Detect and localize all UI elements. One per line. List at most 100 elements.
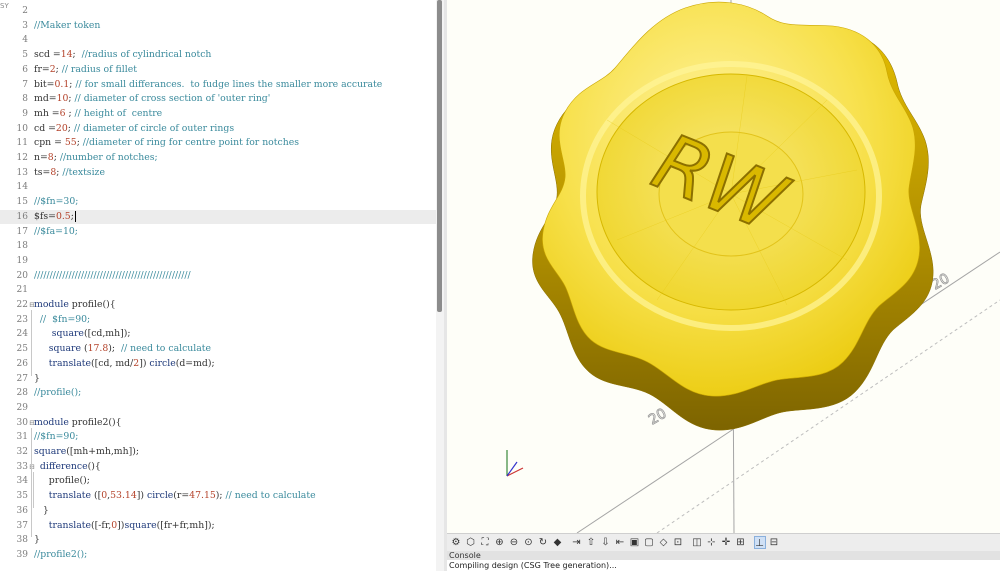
code-line[interactable]: 25 square (17.8); // need to calculate — [0, 342, 436, 357]
code-line[interactable]: 21 — [0, 283, 436, 298]
code-line[interactable]: 11 cpn = 55; //diameter of ring for centr… — [0, 136, 436, 151]
code-line[interactable]: 35 translate ([0,53.14]) circle(r=47.15)… — [0, 489, 436, 504]
line-number: 2 — [22, 6, 28, 16]
line-number: 19 — [16, 255, 28, 266]
code-text: bit=0.1; // for small differances. to fu… — [34, 78, 383, 90]
zoom-fit-icon[interactable]: ⊙ — [523, 536, 535, 549]
code-line[interactable]: 29 — [0, 401, 436, 416]
line-number: 15 — [16, 197, 28, 208]
code-line[interactable]: 14 — [0, 180, 436, 195]
view-center-icon[interactable]: ⊡ — [672, 536, 684, 549]
code-text: } — [34, 372, 40, 384]
code-line[interactable]: 19 — [0, 254, 436, 269]
code-line[interactable]: 16 $fs=0.5; — [0, 209, 436, 225]
code-line[interactable]: 7 bit=0.1; // for small differances. to f… — [0, 78, 436, 93]
line-number: 11 — [16, 138, 28, 149]
code-line[interactable]: 3 //Maker token — [0, 19, 436, 34]
gear-model[interactable]: RW — [532, 1, 934, 431]
view-all-icon[interactable]: ⛶ — [479, 536, 491, 549]
code-line[interactable]: 27} — [0, 372, 436, 387]
code-text: cpn = 55; //diameter of ring for centre … — [34, 137, 299, 149]
line-number: 34 — [16, 476, 28, 487]
code-text: } — [34, 504, 49, 516]
code-line[interactable]: 13 ts=8; //textsize — [0, 166, 436, 181]
preview-button-icon[interactable]: ⚙ — [450, 536, 462, 549]
line-number: 27 — [16, 373, 28, 384]
view-front-icon[interactable]: ▣ — [629, 536, 641, 549]
code-line[interactable]: 30 ⊟ module profile2(){ — [0, 416, 436, 431]
code-line[interactable]: 36 } — [0, 504, 436, 519]
line-number: 29 — [16, 402, 28, 413]
perspective-icon[interactable]: ◆ — [552, 536, 564, 549]
code-text: //$fn=30; — [34, 196, 79, 208]
console-output: Compiling design (CSG Tree generation)..… — [447, 560, 1000, 571]
crosshairs-icon[interactable]: ✛ — [720, 536, 732, 549]
render-button-icon[interactable]: ⬡ — [465, 536, 477, 549]
axes-icon[interactable]: ⊹ — [706, 536, 718, 549]
show-axes-toggle-icon[interactable]: ⊥ — [753, 536, 766, 549]
line-number: 24 — [16, 329, 28, 340]
code-text: ////////////////////////////////////////… — [34, 269, 191, 281]
code-line[interactable]: 15 //$fn=30; — [0, 195, 436, 210]
ortho-icon[interactable]: ◫ — [691, 536, 703, 549]
line-number: 37 — [16, 520, 28, 531]
code-line[interactable]: 20 //////////////////////////////////////… — [0, 269, 436, 284]
line-number: 9 — [22, 108, 28, 119]
code-line[interactable]: 26 translate([cd, md/2]) circle(d=md); — [0, 357, 436, 372]
code-editor[interactable]: SY 2 3//Maker token 4 5 scd =14; //radius of… — [0, 0, 436, 571]
code-line[interactable]: 9 mh =6 ; // height of centre — [0, 107, 436, 122]
code-text: md=10; // diameter of cross section of '… — [34, 93, 271, 105]
line-number: 28 — [16, 388, 28, 399]
render-canvas[interactable]: 20 20 20 RW — [447, 0, 1000, 533]
line-number: 30 — [16, 417, 28, 428]
code-line[interactable]: 12 n=8; //number of notches; — [0, 151, 436, 166]
line-number: 32 — [16, 447, 28, 457]
view-top-icon[interactable]: ⇧ — [585, 536, 597, 549]
code-line[interactable]: 39 //profile2(); — [0, 548, 436, 563]
zoom-out-icon[interactable]: ⊖ — [508, 536, 520, 549]
fold-guide — [31, 427, 32, 538]
line-number: 8 — [22, 94, 28, 105]
view-back-icon[interactable]: ▢ — [643, 536, 655, 549]
line-number: 35 — [16, 491, 28, 502]
3d-viewport[interactable]: 20 20 20 RW — [447, 0, 1000, 533]
code-line[interactable]: 8 md=10; // diameter of cross section of … — [0, 92, 436, 107]
line-number: 16 — [16, 211, 28, 222]
code-line[interactable]: 6 fr=2; // radius of fillet — [0, 63, 436, 78]
code-text: //Maker token — [34, 19, 101, 31]
code-line[interactable]: 23 // $fn=90; — [0, 313, 436, 328]
code-line[interactable]: 4 — [0, 33, 436, 48]
code-line[interactable]: 24 square([cd,mh]); — [0, 327, 436, 342]
scale-markers-icon[interactable]: ⊟ — [768, 536, 780, 549]
edges-icon[interactable]: ⊞ — [735, 536, 747, 549]
code-line[interactable]: 2 — [0, 4, 436, 19]
reset-view-icon[interactable]: ↻ — [537, 536, 549, 549]
view-diagonal-icon[interactable]: ◇ — [658, 536, 670, 549]
code-line[interactable]: 33 ⊟ difference(){ — [0, 460, 436, 475]
code-line[interactable]: 31 //$fn=90; — [0, 430, 436, 445]
code-line[interactable]: 37 translate([-fr,0])square([fr+fr,mh]); — [0, 519, 436, 534]
code-text: difference(){ — [39, 460, 101, 472]
code-line[interactable]: 32 square([mh+mh,mh]); — [0, 445, 436, 460]
code-line[interactable]: 10 cd =20; // diameter of circle of outer… — [0, 122, 436, 137]
view-bottom-icon[interactable]: ⇩ — [600, 536, 612, 549]
zoom-in-icon[interactable]: ⊕ — [494, 536, 506, 549]
line-number: 4 — [22, 35, 28, 46]
code-text: square([mh+mh,mh]); — [34, 446, 139, 457]
code-line[interactable]: 5 scd =14; //radius of cylindrical notch — [0, 48, 436, 63]
code-line[interactable]: 28 //profile(); — [0, 386, 436, 401]
view-left-icon[interactable]: ⇤ — [614, 536, 626, 549]
code-line[interactable]: 17 //$fa=10; — [0, 225, 436, 240]
editor-scrollbar-thumb[interactable] — [437, 0, 442, 312]
line-number: 21 — [16, 285, 28, 296]
code-text: ts=8; //textsize — [34, 166, 105, 178]
code-line[interactable]: 18 — [0, 239, 436, 254]
code-line[interactable]: 38} — [0, 533, 436, 548]
line-number: 3 — [22, 20, 28, 31]
code-text: fr=2; // radius of fillet — [34, 63, 137, 75]
line-number: 23 — [16, 314, 28, 325]
view-right-icon[interactable]: ⇥ — [571, 536, 583, 549]
code-line[interactable]: 34 profile(); — [0, 474, 436, 489]
editor-scrollbar[interactable] — [436, 0, 444, 571]
code-line[interactable]: 22 ⊟ module profile(){ — [0, 298, 436, 313]
